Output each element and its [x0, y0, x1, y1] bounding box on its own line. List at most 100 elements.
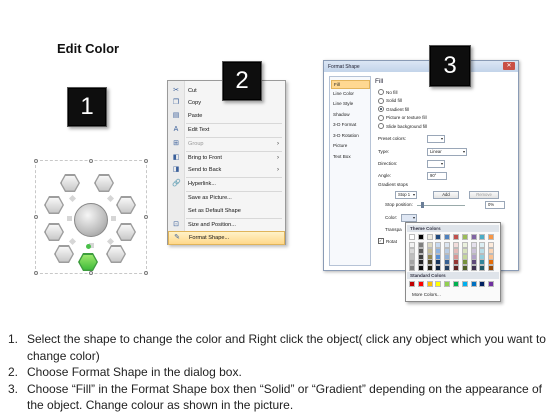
step-number: 1. — [8, 332, 19, 346]
stop-position-slider[interactable] — [417, 205, 465, 206]
rotation-handle[interactable] — [86, 244, 91, 249]
category-3-d-format[interactable]: 3-D Format — [333, 122, 356, 127]
menu-item-edit-text[interactable]: A Edit Text — [168, 124, 285, 136]
remove-stop-button[interactable]: Remove — [469, 191, 499, 199]
color-swatch[interactable] — [444, 281, 451, 287]
direction-dropdown[interactable]: ▾ — [427, 160, 445, 168]
color-picker-button[interactable]: ▾ — [401, 214, 417, 222]
color-swatch[interactable] — [470, 265, 477, 272]
hexagon-shape[interactable] — [116, 196, 136, 214]
color-swatch[interactable] — [444, 265, 451, 272]
menu-item-label: Paste — [188, 112, 203, 119]
fill-option-slide-background-fill[interactable]: Slide background fill — [378, 123, 427, 129]
color-swatch[interactable] — [435, 265, 442, 272]
hexagon-shape[interactable] — [106, 245, 126, 263]
color-swatch[interactable] — [435, 281, 442, 287]
color-swatch[interactable] — [479, 234, 486, 240]
color-swatch[interactable] — [488, 234, 495, 240]
category-text-box[interactable]: Text Box — [333, 154, 351, 159]
radio-button-icon[interactable] — [378, 97, 384, 104]
checkbox-checked-icon[interactable]: ✓ — [378, 238, 384, 244]
selected-green-hexagon[interactable] — [78, 253, 98, 271]
selection-handle[interactable] — [34, 159, 38, 163]
menu-item-save-as-picture[interactable]: Save as Picture... — [168, 192, 285, 204]
menu-item-send-to-back[interactable]: ◨ Send to Back › — [168, 164, 285, 176]
menu-item-bring-to-front[interactable]: ◧ Bring to Front › — [168, 152, 285, 164]
color-swatch[interactable] — [417, 281, 424, 287]
color-swatch[interactable] — [453, 234, 459, 240]
radio-button-icon[interactable] — [378, 114, 384, 121]
type-dropdown[interactable]: Linear ▾ — [427, 148, 467, 156]
slider-thumb[interactable] — [421, 202, 424, 208]
color-swatch[interactable] — [461, 281, 468, 287]
menu-item-label: Bring to Front — [188, 154, 222, 161]
angle-input[interactable]: 90° — [427, 172, 447, 180]
selection-handle[interactable] — [144, 159, 148, 163]
color-swatch[interactable] — [426, 234, 433, 240]
rotate-checkbox-row[interactable]: ✓ Rotat — [378, 238, 397, 244]
menu-item-hyperlink[interactable]: 🔗 Hyperlink... — [168, 178, 285, 190]
dialog-title-bar[interactable]: Format Shape ✕ — [324, 61, 518, 72]
color-swatch[interactable] — [426, 265, 433, 272]
hexagon-shape[interactable] — [44, 223, 64, 241]
close-icon[interactable]: ✕ — [503, 62, 515, 70]
color-swatch[interactable] — [417, 234, 424, 240]
selection-handle[interactable] — [34, 271, 38, 275]
preset-colors-dropdown[interactable]: ▾ — [427, 135, 445, 143]
selection-handle[interactable] — [89, 159, 93, 163]
category-fill[interactable]: Fill — [331, 80, 370, 89]
hexagon-shape[interactable] — [116, 223, 136, 241]
hexagon-shape[interactable] — [94, 174, 114, 192]
color-swatch[interactable] — [409, 265, 415, 272]
selection-handle[interactable] — [144, 215, 148, 219]
hexagon-shape[interactable] — [44, 196, 64, 214]
more-colors-link[interactable]: More Colors... — [412, 292, 441, 297]
color-swatch[interactable] — [435, 234, 442, 240]
radio-button-icon[interactable] — [378, 89, 384, 95]
color-swatch[interactable] — [453, 281, 459, 287]
menu-item-set-as-default-shape[interactable]: Set as Default Shape — [168, 205, 285, 217]
category-shadow[interactable]: Shadow — [333, 112, 350, 117]
fill-option-gradient-fill[interactable]: Gradient fill — [378, 106, 409, 112]
radio-button-icon[interactable] — [378, 106, 384, 112]
color-swatch[interactable] — [409, 234, 415, 240]
menu-item-size-and-position[interactable]: ⊡ Size and Position... — [168, 219, 285, 231]
color-swatch[interactable] — [488, 265, 495, 272]
fill-option-label: Gradient fill — [386, 106, 410, 112]
fill-option-solid-fill[interactable]: Solid fill — [378, 97, 402, 104]
selection-handle[interactable] — [144, 271, 148, 275]
menu-item-format-shape[interactable]: ✎ Format Shape... — [168, 231, 285, 245]
stop-position-input[interactable]: 0% — [485, 201, 505, 209]
color-swatch[interactable] — [461, 234, 468, 240]
selection-handle[interactable] — [89, 271, 93, 275]
add-stop-button[interactable]: Add — [433, 191, 459, 199]
fill-option-no-fill[interactable]: No fill — [378, 89, 398, 95]
color-swatch[interactable] — [426, 281, 433, 287]
menu-item-group[interactable]: ⊞ Group › — [168, 138, 285, 150]
stop-dropdown[interactable]: Stop 1 ▾ — [395, 191, 417, 199]
fill-option-picture-or-texture-fill[interactable]: Picture or texture fill — [378, 114, 427, 121]
color-swatch[interactable] — [479, 265, 486, 272]
menu-item-paste[interactable]: ▤ Paste — [168, 110, 285, 122]
category-line-style[interactable]: Line Style — [333, 101, 353, 106]
selection-handle[interactable] — [34, 215, 38, 219]
radio-button-icon[interactable] — [378, 123, 384, 129]
color-swatch[interactable] — [470, 234, 477, 240]
instruction-step: 2. Choose Format Shape in the dialog box. — [8, 364, 556, 381]
color-swatch[interactable] — [453, 265, 459, 272]
color-swatch[interactable] — [461, 265, 468, 272]
category-picture[interactable]: Picture — [333, 143, 347, 148]
color-swatch[interactable] — [488, 281, 495, 287]
category-line-color[interactable]: Line Color — [333, 91, 354, 96]
hexagon-diagram[interactable] — [34, 159, 148, 275]
color-swatch[interactable] — [409, 281, 415, 287]
category-3-d-rotation[interactable]: 3-D Rotation — [333, 133, 359, 138]
type-label: Type: — [378, 149, 390, 154]
color-swatch[interactable] — [479, 281, 486, 287]
color-swatch[interactable] — [470, 281, 477, 287]
center-circle[interactable] — [74, 203, 108, 237]
color-swatch[interactable] — [444, 234, 451, 240]
hexagon-shape[interactable] — [60, 174, 80, 192]
hexagon-shape[interactable] — [54, 245, 74, 263]
color-swatch[interactable] — [417, 265, 424, 272]
